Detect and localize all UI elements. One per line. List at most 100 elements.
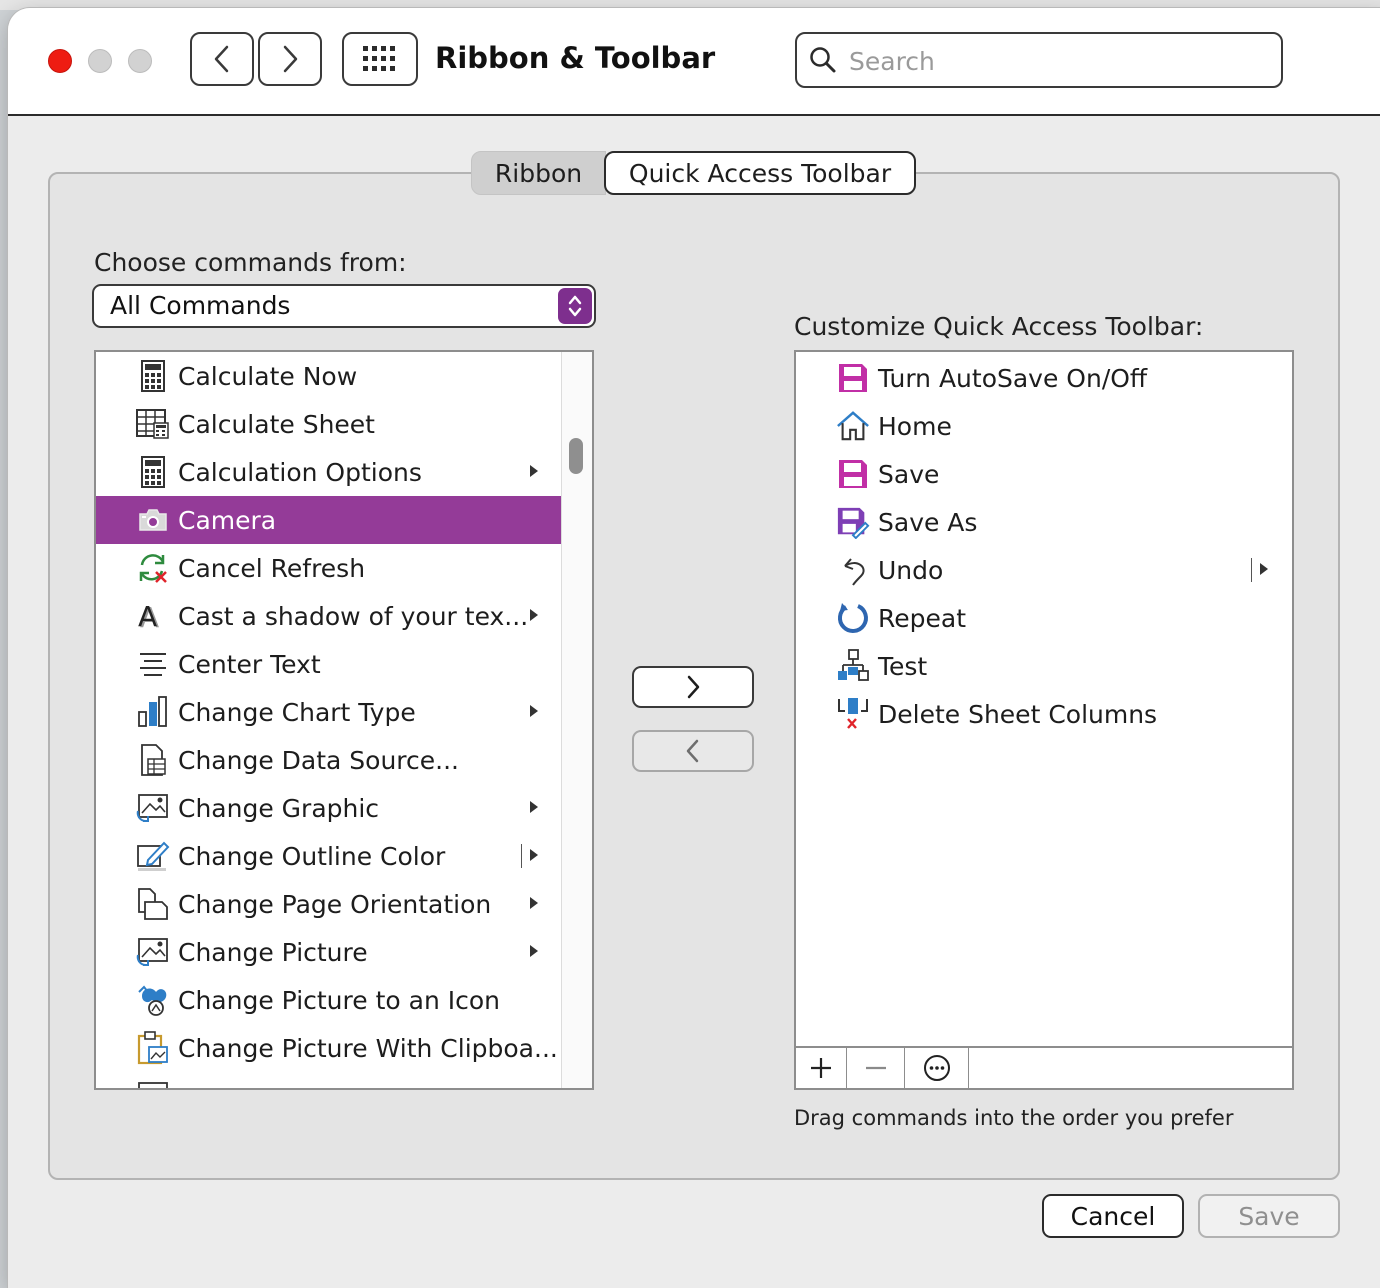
submenu-arrow-icon[interactable] xyxy=(1260,563,1268,575)
text-shadow-icon: AA xyxy=(136,599,170,633)
camera-icon xyxy=(136,503,170,537)
drag-hint: Drag commands into the order you prefer xyxy=(794,1106,1234,1130)
list-item-label: Change Picture With Clipboa... xyxy=(178,1033,558,1063)
list-item[interactable]: Delete Sheet Columns xyxy=(796,690,1292,738)
autosave-icon xyxy=(836,361,870,395)
list-item-label: Cancel Refresh xyxy=(178,553,366,583)
add-item-button[interactable] xyxy=(796,1048,847,1088)
list-item[interactable]: Change Picture xyxy=(96,928,562,976)
list-item[interactable]: Home xyxy=(796,402,1292,450)
save-button[interactable]: Save xyxy=(1198,1194,1340,1238)
change-picture-icon xyxy=(136,935,170,969)
submenu-arrow-icon[interactable] xyxy=(530,609,538,621)
search-icon xyxy=(810,47,836,73)
add-command-button[interactable] xyxy=(632,666,754,708)
quick-access-list[interactable]: Turn AutoSave On/Off Home Save Save As U… xyxy=(794,350,1294,1090)
list-item[interactable]: Cancel Refresh xyxy=(96,544,562,592)
close-window-button[interactable] xyxy=(48,49,72,73)
list-edit-bar xyxy=(796,1046,1292,1088)
show-all-button[interactable] xyxy=(342,32,418,86)
list-item-label: Calculate Now xyxy=(178,361,358,391)
data-source-icon xyxy=(136,743,170,777)
minus-icon xyxy=(865,1066,886,1070)
page-orientation-icon xyxy=(136,887,170,921)
list-item[interactable]: Change Page Orientation xyxy=(96,880,562,928)
list-item-label: Change Page Orientation xyxy=(178,889,492,919)
calculator-icon xyxy=(136,359,170,393)
list-item-partial[interactable] xyxy=(96,1072,562,1088)
minimize-window-button[interactable] xyxy=(88,49,112,73)
title-bar: Ribbon & Toolbar xyxy=(8,8,1380,116)
choose-commands-label: Choose commands from: xyxy=(94,248,407,277)
list-item-label: Change Picture to an Icon xyxy=(178,985,500,1015)
ellipsis-circle-icon xyxy=(923,1055,950,1081)
list-item[interactable]: Test xyxy=(796,642,1292,690)
list-item-label: Change Chart Type xyxy=(178,697,416,727)
list-item[interactable]: Repeat xyxy=(796,594,1292,642)
scrollbar-thumb[interactable] xyxy=(569,438,583,474)
list-item[interactable]: Save xyxy=(796,450,1292,498)
submenu-arrow-icon[interactable] xyxy=(530,945,538,957)
remove-command-button[interactable] xyxy=(632,730,754,772)
list-item-label: Test xyxy=(878,651,928,681)
list-item-label: Save As xyxy=(878,507,978,537)
tab-control: Ribbon Quick Access Toolbar xyxy=(471,151,916,197)
list-item[interactable]: Center Text xyxy=(96,640,562,688)
commands-list[interactable]: Calculate Now Calculate Sheet Calculatio… xyxy=(94,350,594,1090)
list-item-label: Calculate Sheet xyxy=(178,409,375,439)
chevron-left-icon xyxy=(686,739,699,763)
list-item-label: Change Graphic xyxy=(178,793,380,823)
more-options-button[interactable] xyxy=(905,1048,969,1088)
save-icon xyxy=(836,457,870,491)
list-item[interactable]: AA Cast a shadow of your tex... xyxy=(96,592,562,640)
split-divider xyxy=(521,844,522,868)
list-item[interactable]: Change Picture With Clipboa... xyxy=(96,1024,562,1072)
vertical-scrollbar[interactable] xyxy=(561,352,592,1088)
list-item-label: Calculation Options xyxy=(178,457,422,487)
plus-icon xyxy=(811,1058,831,1078)
submenu-arrow-icon[interactable] xyxy=(530,849,538,861)
chevron-right-icon xyxy=(283,45,298,73)
list-item[interactable]: Turn AutoSave On/Off xyxy=(796,354,1292,402)
list-item-label: Change Picture xyxy=(178,937,368,967)
tab-quick-access-toolbar[interactable]: Quick Access Toolbar xyxy=(604,151,916,195)
list-item[interactable]: Change Picture to an Icon xyxy=(96,976,562,1024)
commands-source-popup[interactable]: All Commands xyxy=(92,284,596,328)
repeat-icon xyxy=(836,601,870,635)
outline-color-icon xyxy=(136,839,170,873)
list-item-label: Change Outline Color xyxy=(178,841,446,871)
chevron-left-icon xyxy=(214,45,229,73)
list-item[interactable]: Calculation Options xyxy=(96,448,562,496)
back-button[interactable] xyxy=(190,32,254,86)
submenu-arrow-icon[interactable] xyxy=(530,705,538,717)
submenu-arrow-icon[interactable] xyxy=(530,465,538,477)
list-item[interactable]: Calculate Sheet xyxy=(96,400,562,448)
preferences-window: Ribbon & Toolbar Ribbon Quick Access Too… xyxy=(8,8,1380,1288)
submenu-arrow-icon[interactable] xyxy=(530,897,538,909)
list-item[interactable]: Calculate Now xyxy=(96,352,562,400)
change-graphic-icon xyxy=(136,791,170,825)
cancel-button[interactable]: Cancel xyxy=(1042,1194,1184,1238)
remove-item-button[interactable] xyxy=(847,1048,905,1088)
list-item-selected[interactable]: Camera xyxy=(96,496,562,544)
list-item-label: Home xyxy=(878,411,952,441)
list-item[interactable]: Change Chart Type xyxy=(96,688,562,736)
list-item[interactable]: Change Outline Color xyxy=(96,832,562,880)
home-icon xyxy=(836,409,870,443)
calculate-sheet-icon xyxy=(136,407,170,441)
undo-icon xyxy=(836,553,870,587)
list-item[interactable]: Undo xyxy=(796,546,1292,594)
list-item[interactable]: Save As xyxy=(796,498,1292,546)
svg-text:A: A xyxy=(138,601,157,631)
list-item-label: Repeat xyxy=(878,603,967,633)
list-item[interactable]: Change Graphic xyxy=(96,784,562,832)
submenu-arrow-icon[interactable] xyxy=(530,801,538,813)
zoom-window-button[interactable] xyxy=(128,49,152,73)
search-input[interactable] xyxy=(847,42,1271,80)
search-field[interactable] xyxy=(795,32,1283,88)
tab-ribbon[interactable]: Ribbon xyxy=(471,151,606,195)
forward-button[interactable] xyxy=(258,32,322,86)
delete-columns-icon xyxy=(836,697,870,731)
list-item[interactable]: Change Data Source... xyxy=(96,736,562,784)
calculator-icon xyxy=(136,455,170,489)
